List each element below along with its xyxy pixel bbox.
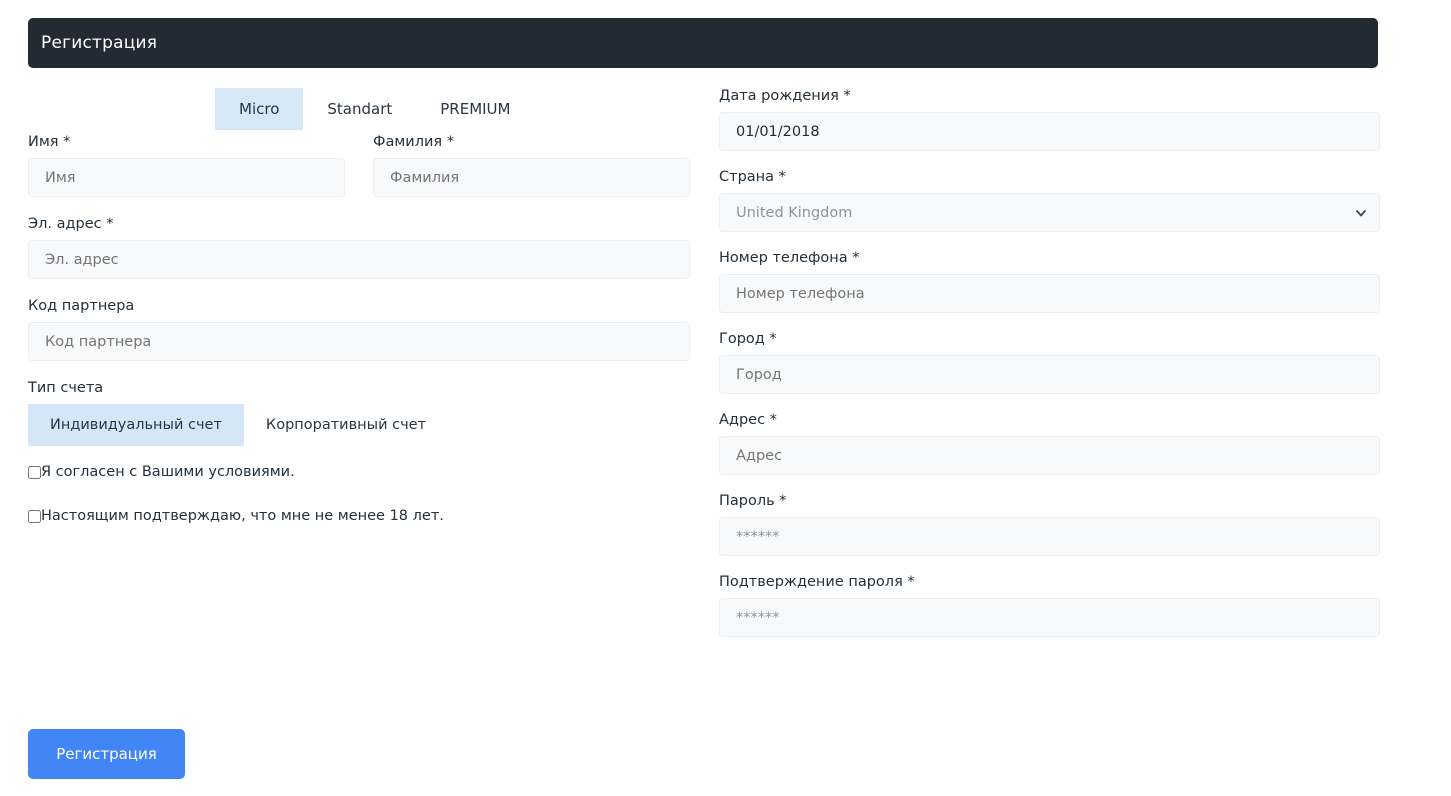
age-checkbox[interactable] xyxy=(28,509,41,523)
tab-standart[interactable]: Standart xyxy=(303,88,416,130)
terms-checkbox-row: Я согласен с Вашими условиями. xyxy=(28,464,690,480)
email-input[interactable] xyxy=(28,240,690,279)
age-checkbox-row: Настоящим подтверждаю, что мне не менее … xyxy=(28,508,690,524)
account-type-individual-label: Индивидуальный счет xyxy=(50,417,222,433)
birth-date-label: Дата рождения * xyxy=(719,88,851,104)
terms-checkbox[interactable] xyxy=(28,465,41,479)
phone-label: Номер телефона * xyxy=(719,250,860,266)
email-field: Эл. адрес * xyxy=(28,216,690,279)
right-column: Дата рождения * Страна * United Kingdom … xyxy=(719,88,1380,637)
address-input[interactable] xyxy=(719,436,1380,475)
tab-micro-label: Micro xyxy=(239,100,280,118)
password-field: Пароль * xyxy=(719,493,1380,556)
password-confirm-input[interactable] xyxy=(719,598,1380,637)
address-field: Адрес * xyxy=(719,412,1380,475)
registration-page: Регистрация Micro Standart PREMIUM Имя *… xyxy=(0,0,1451,796)
country-select[interactable]: United Kingdom xyxy=(719,193,1380,232)
terms-checkbox-label: Я согласен с Вашими условиями. xyxy=(41,464,295,480)
tab-standart-label: Standart xyxy=(327,100,393,118)
tab-premium-label: PREMIUM xyxy=(440,100,511,118)
country-label: Страна * xyxy=(719,169,786,185)
account-type-label: Тип счета xyxy=(28,380,104,396)
account-type-individual[interactable]: Индивидуальный счет xyxy=(28,404,244,446)
account-type-corporate-label: Корпоративный счет xyxy=(265,417,427,433)
birth-date-input[interactable] xyxy=(719,112,1380,151)
account-type-field: Тип счета Индивидуальный счет Корпоратив… xyxy=(28,380,690,446)
partner-code-label: Код партнера xyxy=(28,298,135,314)
city-label: Город * xyxy=(719,331,777,347)
country-select-value: United Kingdom xyxy=(736,204,853,221)
password-input[interactable] xyxy=(719,517,1380,556)
city-input[interactable] xyxy=(719,355,1380,394)
tab-premium[interactable]: PREMIUM xyxy=(416,88,534,130)
password-label: Пароль * xyxy=(719,493,787,509)
first-name-field: Имя * xyxy=(28,134,345,197)
first-name-input[interactable] xyxy=(28,158,345,197)
register-submit-button[interactable]: Регистрация xyxy=(28,729,185,779)
phone-field: Номер телефона * xyxy=(719,250,1380,313)
partner-code-input[interactable] xyxy=(28,322,690,361)
phone-input[interactable] xyxy=(719,274,1380,313)
birth-date-field: Дата рождения * xyxy=(719,88,1380,151)
last-name-field: Фамилия * xyxy=(373,134,690,197)
partner-code-field: Код партнера xyxy=(28,298,690,361)
page-title: Регистрация xyxy=(41,33,158,53)
tab-micro[interactable]: Micro xyxy=(215,88,304,130)
city-field: Город * xyxy=(719,331,1380,394)
last-name-label: Фамилия * xyxy=(373,134,455,150)
first-name-label: Имя * xyxy=(28,134,71,150)
address-label: Адрес * xyxy=(719,412,777,428)
country-field: Страна * United Kingdom xyxy=(719,169,1380,232)
age-checkbox-label: Настоящим подтверждаю, что мне не менее … xyxy=(41,508,444,524)
left-column: Micro Standart PREMIUM Имя * Фамилия * Э… xyxy=(28,88,690,524)
password-confirm-field: Подтверждение пароля * xyxy=(719,574,1380,637)
email-label: Эл. адрес * xyxy=(28,216,114,232)
last-name-input[interactable] xyxy=(373,158,690,197)
chevron-down-icon xyxy=(1355,207,1367,219)
account-type-corporate[interactable]: Корпоративный счет xyxy=(244,404,448,446)
page-header: Регистрация xyxy=(28,18,1378,68)
password-confirm-label: Подтверждение пароля * xyxy=(719,574,915,590)
plan-tabs: Micro Standart PREMIUM xyxy=(215,88,690,134)
name-row: Имя * Фамилия * xyxy=(28,134,690,197)
account-type-toggle: Индивидуальный счет Корпоративный счет xyxy=(28,404,690,446)
